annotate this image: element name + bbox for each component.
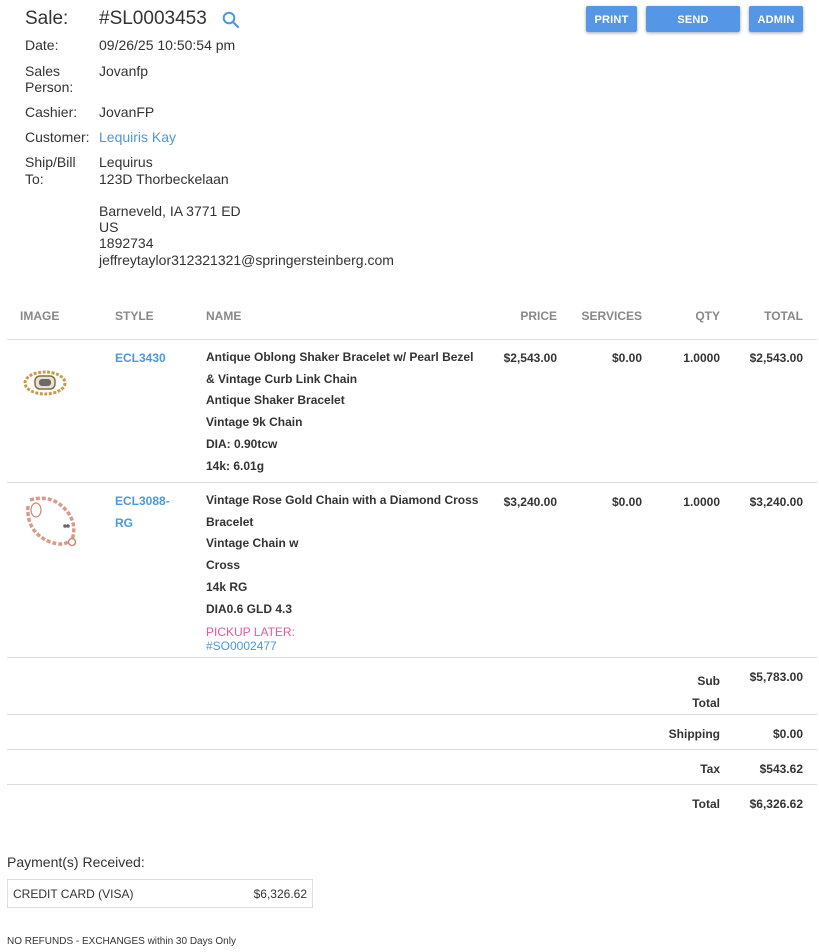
address-country: US [99,219,119,235]
cashier-label: Cashier: [25,104,78,120]
shipping-label: Shipping [668,727,720,741]
payment-amount: $6,326.62 [253,887,307,901]
name-line: Cross [206,558,241,573]
sales-person-value: Jovanfp [99,63,149,79]
name-line: DIA: 0.90tcw [206,436,278,451]
total-label: Total [692,797,720,811]
divider [7,714,817,715]
name-line: DIA0.6 GLD 4.3 [206,601,293,616]
row-qty: 1.0000 [683,495,720,509]
payment-method: CREDIT CARD (VISA) [13,887,134,901]
subtotal-label-line: Sub [697,674,720,688]
style-line[interactable]: RG [115,512,170,534]
sale-number: #SL0003453 [99,8,207,29]
row-total: $2,543.00 [749,351,803,365]
total-value: $6,326.62 [749,797,803,811]
row-total: $3,240.00 [749,495,803,509]
name-line: 14k RG [206,579,248,594]
address-phone: 1892734 [99,235,154,251]
col-header-style: STYLE [115,309,154,323]
send-receipt-button[interactable]: SEND RECEIPT [646,6,740,52]
payment-row: CREDIT CARD (VISA) $6,326.62 [7,879,313,908]
pickup-label: PICKUP LATER: [206,625,295,639]
style-link[interactable]: ECL3430 [115,347,166,369]
address-name: Lequirus [99,154,153,170]
col-header-total: TOTAL [764,309,803,323]
name-line: Vintage 9k Chain [206,415,303,430]
style-link[interactable]: ECL3088- RG [115,490,170,534]
admin-button[interactable]: ADMIN [749,6,803,32]
row-qty: 1.0000 [683,351,720,365]
shipbill-label-1: Ship/Bill [25,154,76,170]
address-email: jeffreytaylor312321321@springersteinberg… [99,252,394,268]
row-services: $0.00 [611,351,642,365]
customer-label: Customer: [25,129,90,145]
sale-label: Sale: [25,8,69,29]
product-name: Antique Oblong Shaker Bracelet w/ Pearl … [206,347,473,477]
address-city: Barneveld, IA 3771 ED [99,203,241,219]
shipping-value: $0.00 [772,727,803,741]
name-line: Antique Oblong Shaker Bracelet w/ Pearl … [206,350,474,364]
divider [7,749,817,750]
tax-value: $543.62 [759,762,803,776]
subtotal-label-line: Total [692,696,720,710]
row-price: $2,543.00 [503,351,557,365]
col-header-image: IMAGE [20,309,60,323]
payments-title: Payment(s) Received: [7,854,145,870]
col-header-services: SERVICES [581,309,642,323]
pickup-later-label: PICKUP LATER: [206,625,295,639]
pickup-order-link[interactable]: #SO0002477 [206,639,277,653]
product-name: Vintage Rose Gold Chain with a Diamond C… [206,490,478,620]
shipbill-label-2: To: [25,171,44,187]
date-label: Date: [25,37,59,53]
search-icon[interactable] [222,11,240,29]
name-line: Vintage Rose Gold Chain with a Diamond C… [206,493,479,507]
divider [7,482,817,483]
divider [7,339,817,340]
return-policy: NO REFUNDS - EXCHANGES within 30 Days On… [7,936,236,947]
col-header-name: NAME [206,309,242,323]
product-image [20,492,88,556]
subtotal-value: $5,783.00 [749,670,803,684]
subtotal-label: Sub Total [650,670,720,714]
name-line: Bracelet [206,514,254,529]
row-services: $0.00 [611,495,642,509]
customer-link[interactable]: Lequiris Kay [99,129,176,145]
divider [7,657,817,658]
sales-person-label-1: Sales [25,63,61,79]
product-image [20,360,70,406]
col-header-price: PRICE [520,309,557,323]
date-value: 09/26/25 10:50:54 pm [99,37,236,53]
divider [7,784,817,785]
name-line: & Vintage Curb Link Chain [206,371,358,386]
style-line[interactable]: ECL3088- [115,490,170,512]
tax-label: Tax [700,762,720,776]
sales-person-label-2: Person: [25,79,74,95]
row-price: $3,240.00 [503,495,557,509]
name-line: 14k: 6.01g [206,458,265,473]
name-line: Vintage Chain w [206,536,299,551]
col-header-qty: QTY [695,309,720,323]
address-street: 123D Thorbeckelaan [99,171,229,187]
print-button[interactable]: PRINT [586,6,637,32]
cashier-value: JovanFP [99,104,155,120]
name-line: Antique Shaker Bracelet [206,393,345,408]
